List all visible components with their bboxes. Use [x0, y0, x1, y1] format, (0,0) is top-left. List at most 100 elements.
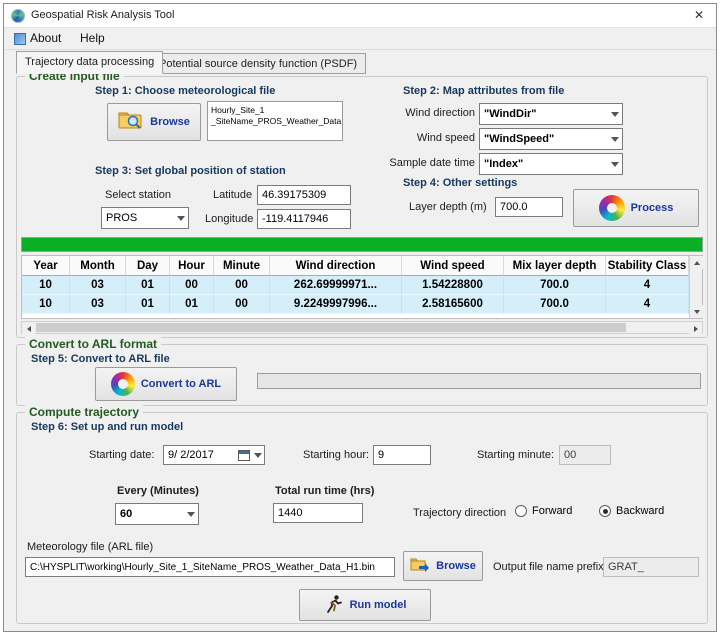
folder-arrow-icon [410, 557, 430, 576]
starting-date-value: 9/ 2/2017 [164, 449, 238, 461]
table-cell: 700.0 [504, 295, 606, 314]
tab-strip: Trajectory data processing Potential sou… [4, 50, 716, 74]
column-header[interactable]: Hour [170, 256, 214, 276]
step1-title: Step 1: Choose meteorological file [95, 85, 275, 97]
layer-depth-field[interactable]: 700.0 [495, 197, 563, 217]
close-button[interactable]: ✕ [682, 4, 716, 27]
table-cell: 700.0 [504, 276, 606, 295]
file-path-line2: _SiteName_PROS_Weather_Data.csv [211, 116, 339, 127]
progress-fill [22, 238, 702, 251]
convert-to-arl-button[interactable]: Convert to ARL [95, 367, 237, 401]
table-row[interactable]: 1003010000262.69999971...1.54228800700.0… [22, 276, 702, 295]
about-icon [14, 33, 26, 45]
group-title: Convert to ARL format [25, 337, 161, 351]
table-cell: 03 [70, 295, 126, 314]
step4-title: Step 4: Other settings [403, 177, 517, 189]
step3-title: Step 3: Set global position of station [95, 165, 286, 177]
wind-direction-combo[interactable]: "WindDir" [479, 103, 623, 125]
output-prefix-label: Output file name prefix [493, 561, 604, 573]
table-cell: 01 [126, 295, 170, 314]
table-cell: 4 [606, 295, 689, 314]
table-vertical-scrollbar[interactable] [689, 256, 702, 318]
weather-data-table: YearMonthDayHourMinuteWind directionWind… [21, 255, 703, 319]
chevron-down-icon [607, 154, 622, 174]
column-header[interactable]: Wind direction [270, 256, 402, 276]
tab-trajectory-data-processing[interactable]: Trajectory data processing [16, 51, 163, 74]
layer-depth-label: Layer depth (m) [409, 201, 487, 213]
select-station-label: Select station [105, 189, 171, 201]
scroll-right-icon[interactable] [689, 322, 702, 335]
wind-speed-combo[interactable]: "WindSpeed" [479, 128, 623, 150]
backward-radio-label: Backward [616, 505, 664, 517]
wind-speed-label: Wind speed [383, 132, 475, 144]
group-convert-to-arl: Convert to ARL format Step 5: Convert to… [16, 344, 708, 406]
file-path-line1: Hourly_Site_1 [211, 105, 339, 116]
runner-icon [324, 594, 344, 617]
starting-minute-field[interactable]: 00 [559, 445, 611, 465]
chevron-down-icon [252, 446, 264, 464]
output-prefix-field[interactable]: GRAT_ [603, 557, 699, 577]
table-row[interactable]: 10030101009.2249997996...2.58165600700.0… [22, 295, 702, 314]
every-minutes-combo[interactable]: 60 [115, 503, 199, 525]
color-ring-icon [111, 372, 135, 396]
browse-arl-file-button[interactable]: Browse [403, 551, 483, 581]
step5-title: Step 5: Convert to ARL file [31, 353, 170, 365]
tab-psdf[interactable]: Potential source density function (PSDF) [150, 53, 366, 74]
app-window: Geospatial Risk Analysis Tool ✕ About He… [3, 3, 717, 632]
calendar-icon [238, 450, 250, 461]
station-combo[interactable]: PROS [101, 207, 189, 229]
meteorology-file-field[interactable]: C:\HYSPLIT\working\Hourly_Site_1_SiteNam… [25, 557, 395, 577]
starting-hour-label: Starting hour: [303, 449, 369, 461]
column-header[interactable]: Minute [214, 256, 270, 276]
process-progress-bar [21, 237, 703, 252]
latitude-field[interactable]: 46.39175309 [257, 185, 351, 205]
process-button[interactable]: Process [573, 189, 699, 227]
column-header[interactable]: Month [70, 256, 126, 276]
column-header[interactable]: Stability Class [606, 256, 689, 276]
wind-speed-value: "WindSpeed" [480, 133, 607, 145]
sample-date-time-value: "Index" [480, 158, 607, 170]
backward-radio[interactable]: Backward [599, 505, 664, 517]
total-run-time-field[interactable]: 1440 [273, 503, 363, 523]
column-header[interactable]: Day [126, 256, 170, 276]
table-header-row: YearMonthDayHourMinuteWind directionWind… [22, 256, 702, 276]
process-button-label: Process [631, 202, 674, 214]
table-cell: 00 [214, 276, 270, 295]
sample-date-time-combo[interactable]: "Index" [479, 153, 623, 175]
column-header[interactable]: Wind speed [402, 256, 504, 276]
browse-meteorological-file-button[interactable]: Browse [107, 103, 201, 141]
scroll-up-icon[interactable] [690, 256, 703, 269]
station-value: PROS [102, 212, 173, 224]
meteorological-file-path-box[interactable]: Hourly_Site_1 _SiteName_PROS_Weather_Dat… [207, 101, 343, 141]
group-title: Compute trajectory [25, 405, 143, 419]
table-horizontal-scrollbar[interactable] [21, 321, 703, 334]
scrollbar-thumb[interactable] [36, 323, 626, 332]
starting-date-picker[interactable]: 9/ 2/2017 [163, 445, 265, 465]
convert-button-label: Convert to ARL [141, 378, 221, 390]
forward-radio[interactable]: Forward [515, 505, 572, 517]
longitude-field[interactable]: -119.4117946 [257, 209, 351, 229]
scroll-left-icon[interactable] [22, 322, 35, 335]
app-icon [11, 9, 25, 23]
table-cell: 01 [170, 295, 214, 314]
table-cell: 1.54228800 [402, 276, 504, 295]
column-header[interactable]: Mix layer depth [504, 256, 606, 276]
radio-checked-icon [599, 505, 611, 517]
menu-help[interactable]: Help [74, 28, 111, 49]
table-cell: 10 [22, 276, 70, 295]
step2-title: Step 2: Map attributes from file [403, 85, 564, 97]
menu-about-label: About [30, 31, 61, 45]
menu-bar: About Help [4, 28, 716, 50]
run-model-button[interactable]: Run model [299, 589, 431, 621]
table-cell: 00 [214, 295, 270, 314]
meteorology-file-label: Meteorology file (ARL file) [27, 541, 153, 553]
column-header[interactable]: Year [22, 256, 70, 276]
browse-button-label: Browse [150, 116, 190, 128]
chevron-down-icon [607, 104, 622, 124]
step6-title: Step 6: Set up and run model [31, 421, 183, 433]
scroll-down-icon[interactable] [690, 305, 703, 318]
starting-hour-field[interactable]: 9 [373, 445, 431, 465]
trajectory-direction-label: Trajectory direction [413, 507, 506, 519]
menu-about[interactable]: About [10, 28, 67, 49]
color-wheel-icon [599, 195, 625, 221]
